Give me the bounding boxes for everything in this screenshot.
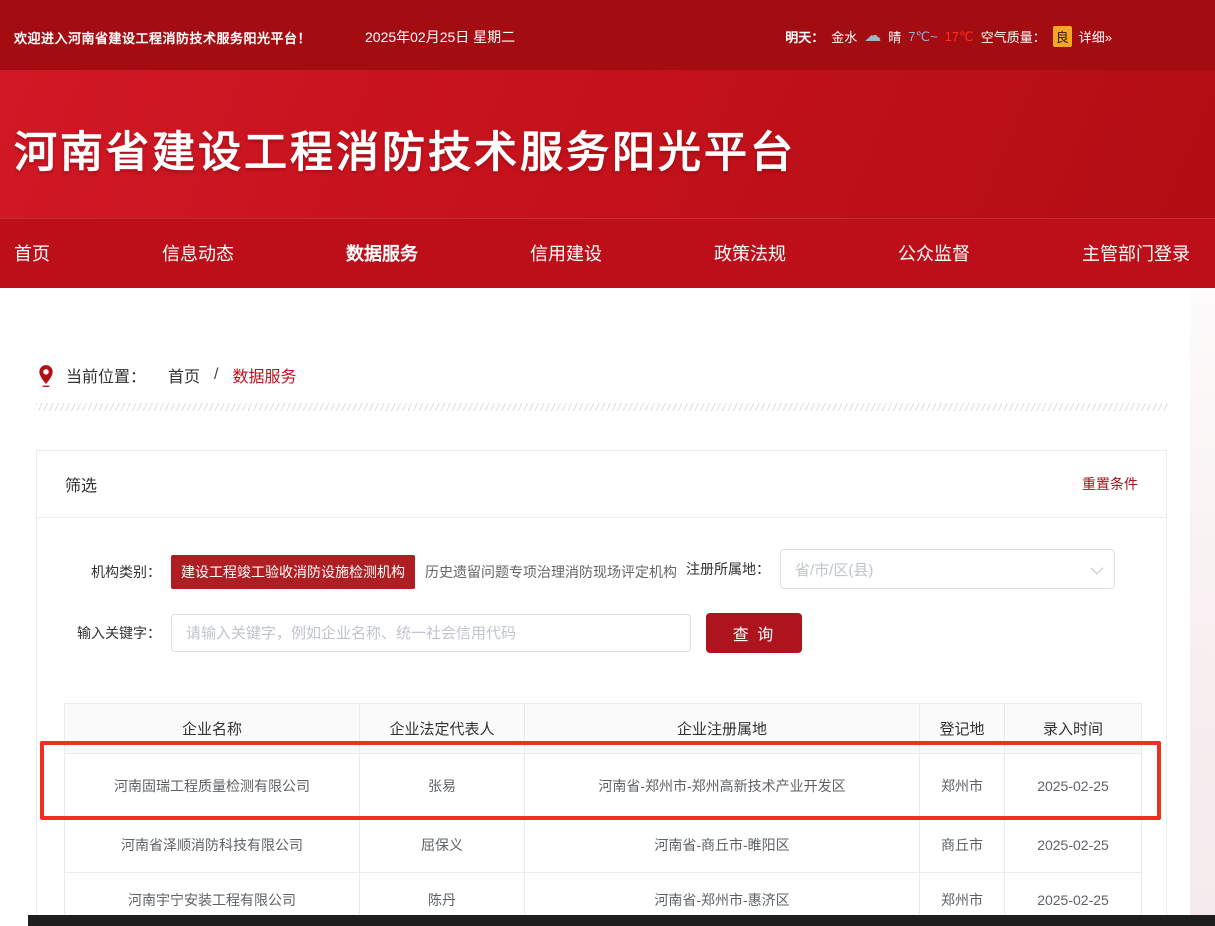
- filter-title: 筛选: [65, 472, 97, 496]
- search-button[interactable]: 查 询: [706, 613, 802, 653]
- nav-item-home[interactable]: 首页: [14, 240, 50, 266]
- weather-condition: 晴: [888, 27, 901, 46]
- category-option-other[interactable]: 历史遗留问题专项治理消防现场评定机构: [425, 562, 677, 582]
- region-select[interactable]: 省/市/区(县): [780, 549, 1115, 589]
- page-background-strip: [1190, 288, 1215, 926]
- category-label: 机构类别：: [64, 562, 161, 582]
- breadcrumb-separator: /: [214, 366, 218, 384]
- breadcrumb-home-link[interactable]: 首页: [168, 363, 200, 387]
- cell-region: 河南省-商丘市-睢阳区: [525, 818, 920, 873]
- category-filter-row: 机构类别： 建设工程竣工验收消防设施检测机构 历史遗留问题专项治理消防现场评定机…: [37, 555, 1166, 589]
- table-header-row: 企业名称 企业法定代表人 企业注册属地 登记地 录入时间: [65, 704, 1142, 754]
- nav-item-policy[interactable]: 政策法规: [714, 240, 786, 266]
- page: 欢迎进入河南省建设工程消防技术服务阳光平台！ 2025年02月25日 星期二 明…: [0, 0, 1215, 926]
- reset-filters-link[interactable]: 重置条件: [1082, 474, 1138, 494]
- top-info-bar: 欢迎进入河南省建设工程消防技术服务阳光平台！ 2025年02月25日 星期二 明…: [0, 0, 1215, 70]
- col-header-entry-date: 录入时间: [1005, 704, 1142, 754]
- category-option-selected[interactable]: 建设工程竣工验收消防设施检测机构: [171, 555, 415, 589]
- site-title: 河南省建设工程消防技术服务阳光平台: [14, 118, 796, 180]
- region-label: 注册所属地：: [682, 559, 770, 579]
- weather-tomorrow-label: 明天：: [785, 27, 824, 46]
- results-table: 企业名称 企业法定代表人 企业注册属地 登记地 录入时间 河南固瑞工程质量检测有…: [64, 703, 1142, 926]
- cell-region: 河南省-郑州市-郑州高新技术产业开发区: [525, 754, 920, 818]
- air-quality-label: 空气质量：: [981, 27, 1046, 46]
- weather-detail-link[interactable]: 详细»: [1079, 27, 1112, 46]
- weather-widget: 明天： 金水 ☁ 晴 7℃~ 17℃ 空气质量： 良 详细»: [785, 26, 1112, 47]
- temp-high: 17℃: [945, 29, 974, 45]
- slash-divider: [36, 403, 1168, 411]
- cell-place: 郑州市: [920, 754, 1005, 818]
- table-row[interactable]: 河南固瑞工程质量检测有限公司 张易 河南省-郑州市-郑州高新技术产业开发区 郑州…: [65, 754, 1142, 818]
- nav-item-data-service[interactable]: 数据服务: [346, 240, 418, 266]
- cloud-icon: ☁: [864, 27, 881, 44]
- keyword-input[interactable]: [171, 614, 691, 652]
- filter-panel: 筛选 重置条件 机构类别： 建设工程竣工验收消防设施检测机构 历史遗留问题专项治…: [36, 450, 1167, 926]
- cell-legal-rep: 屈保义: [360, 818, 525, 873]
- weather-city: 金水: [831, 27, 857, 46]
- cell-legal-rep: 张易: [360, 754, 525, 818]
- temp-low: 7℃~: [908, 29, 937, 45]
- breadcrumb-current[interactable]: 数据服务: [232, 363, 296, 387]
- table-row[interactable]: 河南省泽顺消防科技有限公司 屈保义 河南省-商丘市-睢阳区 商丘市 2025-0…: [65, 818, 1142, 873]
- bottom-edge-bar: [28, 915, 1215, 926]
- breadcrumb: 当前位置： 首页 / 数据服务: [36, 360, 297, 390]
- site-header-banner: 河南省建设工程消防技术服务阳光平台: [0, 70, 1215, 218]
- cell-company: 河南固瑞工程质量检测有限公司: [65, 754, 360, 818]
- cell-company: 河南省泽顺消防科技有限公司: [65, 818, 360, 873]
- nav-item-admin-login[interactable]: 主管部门登录: [1082, 240, 1190, 266]
- region-filter-group: 注册所属地： 省/市/区(县): [682, 549, 1115, 589]
- nav-item-credit[interactable]: 信用建设: [530, 240, 602, 266]
- keyword-label: 输入关键字：: [64, 623, 161, 643]
- col-header-registration-place: 登记地: [920, 704, 1005, 754]
- air-quality-badge: 良: [1053, 26, 1072, 47]
- date-text: 2025年02月25日 星期二: [365, 27, 515, 47]
- welcome-text: 欢迎进入河南省建设工程消防技术服务阳光平台！: [14, 28, 311, 47]
- cell-date: 2025-02-25: [1005, 818, 1142, 873]
- nav-item-news[interactable]: 信息动态: [162, 240, 234, 266]
- nav-item-supervision[interactable]: 公众监督: [898, 240, 970, 266]
- col-header-legal-rep: 企业法定代表人: [360, 704, 525, 754]
- filter-panel-header: 筛选 重置条件: [37, 451, 1166, 518]
- col-header-registered-region: 企业注册属地: [525, 704, 920, 754]
- chevron-down-icon: [1091, 562, 1104, 575]
- keyword-filter-row: 输入关键字： 查 询: [37, 613, 1166, 653]
- region-select-placeholder: 省/市/区(县): [795, 559, 873, 580]
- location-pin-icon: [36, 364, 56, 388]
- main-nav: 首页 信息动态 数据服务 信用建设 政策法规 公众监督 主管部门登录: [0, 218, 1215, 288]
- col-header-company: 企业名称: [65, 704, 360, 754]
- cell-place: 商丘市: [920, 818, 1005, 873]
- breadcrumb-label: 当前位置：: [66, 363, 146, 387]
- cell-date: 2025-02-25: [1005, 754, 1142, 818]
- results-table-wrap: 企业名称 企业法定代表人 企业注册属地 登记地 录入时间 河南固瑞工程质量检测有…: [64, 703, 1139, 926]
